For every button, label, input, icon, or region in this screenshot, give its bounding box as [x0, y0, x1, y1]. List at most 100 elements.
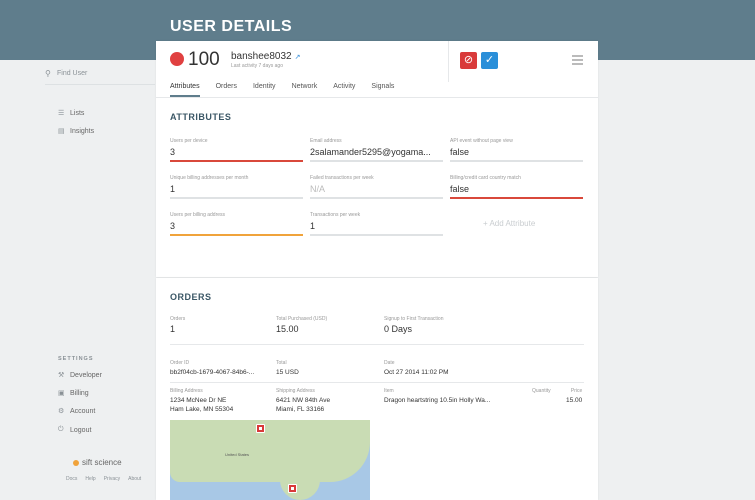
map-land-florida: [280, 475, 320, 500]
attribute-label: Users per billing address: [170, 212, 226, 218]
order-date-value: Oct 27 2014 11:02 PM: [384, 369, 449, 376]
order-quantity: Quantity: [532, 388, 551, 396]
order-date: Date Oct 27 2014 11:02 PM: [384, 360, 449, 377]
item-value: Dragon heartstring 10.5in Holly Wa...: [384, 397, 491, 404]
order-id-label: Order ID: [170, 360, 190, 366]
billing-address-label: Billing Address: [170, 388, 203, 394]
attribute-transactions-per-week[interactable]: Transactions per week 1: [310, 212, 443, 236]
username-link[interactable]: banshee8032 ↗: [231, 51, 301, 62]
attribute-country-match[interactable]: Billing/credit card country match false: [450, 175, 583, 199]
list-icon: ☰: [58, 110, 65, 117]
address-map[interactable]: United States: [170, 420, 370, 500]
last-activity: Last activity 7 days ago: [231, 63, 283, 69]
summary-value: 0 Days: [384, 324, 413, 334]
brand-name: sift science: [82, 458, 122, 467]
attribute-label: Failed transactions per week: [310, 175, 374, 181]
brand-logo: sift science: [73, 458, 122, 467]
tab-orders[interactable]: Orders: [216, 83, 237, 97]
username: banshee8032: [231, 51, 292, 62]
footer-link-about[interactable]: About: [128, 476, 141, 482]
attribute-value: 1: [310, 221, 316, 231]
order-total-label: Total: [276, 360, 287, 366]
attributes-title: ATTRIBUTES: [170, 112, 232, 122]
attribute-users-per-billing[interactable]: Users per billing address 3: [170, 212, 303, 236]
shipping-line-1: 6421 NW 84th Ave: [276, 397, 331, 404]
search-input[interactable]: ⚲ Find User: [45, 64, 155, 82]
attribute-label: Unique billing addresses per month: [170, 175, 249, 181]
orders-title: ORDERS: [170, 292, 212, 302]
attribute-value: N/A: [310, 184, 326, 194]
tab-activity[interactable]: Activity: [333, 83, 355, 97]
risk-score-indicator: [170, 52, 184, 66]
quantity-label: Quantity: [532, 388, 551, 394]
external-link-icon[interactable]: ↗: [295, 54, 301, 61]
tab-network[interactable]: Network: [292, 83, 318, 97]
sidebar-item-account[interactable]: ⚙ Account: [58, 407, 96, 416]
summary-label: Total Purchased (USD): [276, 316, 328, 322]
billing-line-1: 1234 McNee Dr NE: [170, 397, 227, 404]
tab-identity[interactable]: Identity: [253, 83, 276, 97]
tabs-divider: [156, 97, 598, 98]
order-id-value: bb2f04cb-1679-4067-84b6-...: [170, 369, 255, 376]
attribute-risk-bar: [170, 234, 303, 236]
order-total-value: 15 USD: [276, 369, 299, 376]
order-id[interactable]: Order ID bb2f04cb-1679-4067-84b6-...: [170, 360, 254, 377]
order-price: Price 15.00: [566, 388, 582, 405]
sidebar-item-logout[interactable]: ⏻ Logout: [58, 426, 91, 434]
attribute-risk-bar: [310, 160, 443, 162]
bar-chart-icon: ▤: [58, 128, 65, 135]
summary-divider: [170, 344, 584, 345]
tab-signals[interactable]: Signals: [371, 83, 394, 97]
footer-link-help[interactable]: Help: [85, 476, 95, 482]
sidebar: ⚲ Find User ☰ Lists ▤ Insights SETTINGS …: [0, 60, 155, 500]
attribute-value: false: [450, 147, 470, 157]
sidebar-item-insights[interactable]: ▤ Insights: [58, 127, 95, 136]
attribute-api-event[interactable]: API event without page view false: [450, 138, 583, 162]
orders-signup-to-first: Signup to First Transaction 0 Days: [384, 316, 443, 334]
summary-value: 15.00: [276, 324, 299, 334]
attribute-risk-bar: [170, 197, 303, 199]
sidebar-item-lists[interactable]: ☰ Lists: [58, 109, 85, 118]
sidebar-item-developer[interactable]: ⚒ Developer: [58, 371, 102, 380]
attribute-email-address[interactable]: Email address 2salamander5295@yogama...: [310, 138, 443, 162]
shipping-address-value: 6421 NW 84th Ave Miami, FL 33166: [276, 396, 330, 414]
attribute-failed-transactions[interactable]: Failed transactions per week N/A: [310, 175, 443, 199]
attribute-unique-billing[interactable]: Unique billing addresses per month 1: [170, 175, 303, 199]
approve-user-button[interactable]: ✓: [481, 52, 498, 69]
attribute-value: false: [450, 184, 470, 194]
tab-attributes[interactable]: Attributes: [170, 83, 200, 97]
order-date-label: Date: [384, 360, 395, 366]
wrench-icon: ⚒: [58, 372, 65, 379]
billing-map-pin-icon[interactable]: [256, 424, 265, 433]
orders-card: ORDERS Orders 1 Total Purchased (USD) 15…: [156, 278, 598, 500]
tab-bar: Attributes Orders Identity Network Activ…: [170, 83, 394, 97]
sidebar-item-billing[interactable]: ▣ Billing: [58, 389, 89, 398]
orders-total-purchased: Total Purchased (USD) 15.00: [276, 316, 327, 334]
attribute-risk-bar: [170, 160, 303, 162]
shipping-address-label: Shipping Address: [276, 388, 315, 394]
sidebar-item-label: Insights: [70, 127, 95, 135]
attribute-label: API event without page view: [450, 138, 513, 144]
gear-icon: ⚙: [58, 408, 65, 415]
order-item: Item Dragon heartstring 10.5in Holly Wa.…: [384, 388, 490, 405]
shipping-map-pin-icon[interactable]: [288, 484, 297, 493]
ban-user-button[interactable]: ⊘: [460, 52, 477, 69]
attribute-value: 3: [170, 221, 176, 231]
hamburger-menu-icon[interactable]: [572, 55, 583, 67]
footer-link-privacy[interactable]: Privacy: [104, 476, 120, 482]
attribute-value: 2salamander5295@yogama...: [310, 147, 431, 157]
sidebar-item-label: Account: [70, 407, 96, 415]
card-icon: ▣: [58, 390, 65, 397]
footer-link-docs[interactable]: Docs: [66, 476, 77, 482]
orders-count: Orders 1: [170, 316, 185, 334]
search-placeholder: Find User: [57, 69, 88, 77]
attribute-users-per-device[interactable]: Users per device 3: [170, 138, 303, 162]
attribute-label: Billing/credit card country match: [450, 175, 521, 181]
attribute-label: Users per device: [170, 138, 208, 144]
add-attribute-button[interactable]: + Add Attribute: [483, 219, 535, 228]
sift-logo-icon: [73, 459, 79, 466]
billing-address-value: 1234 McNee Dr NE Ham Lake, MN 55304: [170, 396, 233, 414]
sidebar-item-label: Lists: [70, 109, 85, 117]
settings-heading: SETTINGS: [58, 356, 94, 362]
attribute-value: 3: [170, 147, 176, 157]
